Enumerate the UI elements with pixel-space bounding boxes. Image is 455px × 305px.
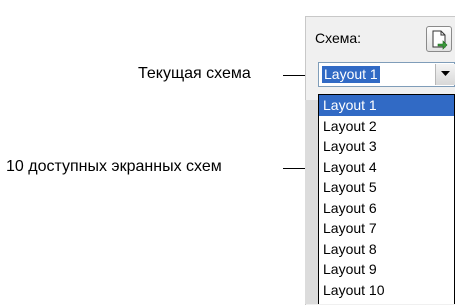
panel-background-strip [305,100,319,304]
dropdown-item[interactable]: Layout 2 [319,116,454,137]
dropdown-item[interactable]: Layout 4 [319,157,454,178]
dropdown-item[interactable]: Layout 1 [319,95,454,116]
callout-available-schemes: 10 доступных экранных схем [6,158,222,175]
dropdown-item[interactable]: Layout 8 [319,239,454,260]
combobox-dropdown-button[interactable] [435,64,455,85]
scheme-label: Схема: [315,30,362,46]
dropdown-item[interactable]: Layout 6 [319,198,454,219]
combobox-value[interactable]: Layout 1 [322,66,380,83]
dropdown-item[interactable]: Layout 10 [319,280,454,301]
dropdown-item[interactable]: Layout 7 [319,218,454,239]
copy-layout-icon [432,30,448,50]
copy-layout-button[interactable] [426,26,452,52]
scheme-combobox[interactable]: Layout 1 [318,62,455,87]
callout-current-scheme: Текущая схема [138,65,251,82]
dropdown-item[interactable]: Layout 3 [319,136,454,157]
dropdown-item[interactable]: Layout 9 [319,259,454,280]
chevron-down-icon [441,71,450,76]
scheme-dropdown-list: Layout 1 Layout 2 Layout 3 Layout 4 Layout 5… [318,94,455,304]
dropdown-item[interactable]: Layout 5 [319,177,454,198]
